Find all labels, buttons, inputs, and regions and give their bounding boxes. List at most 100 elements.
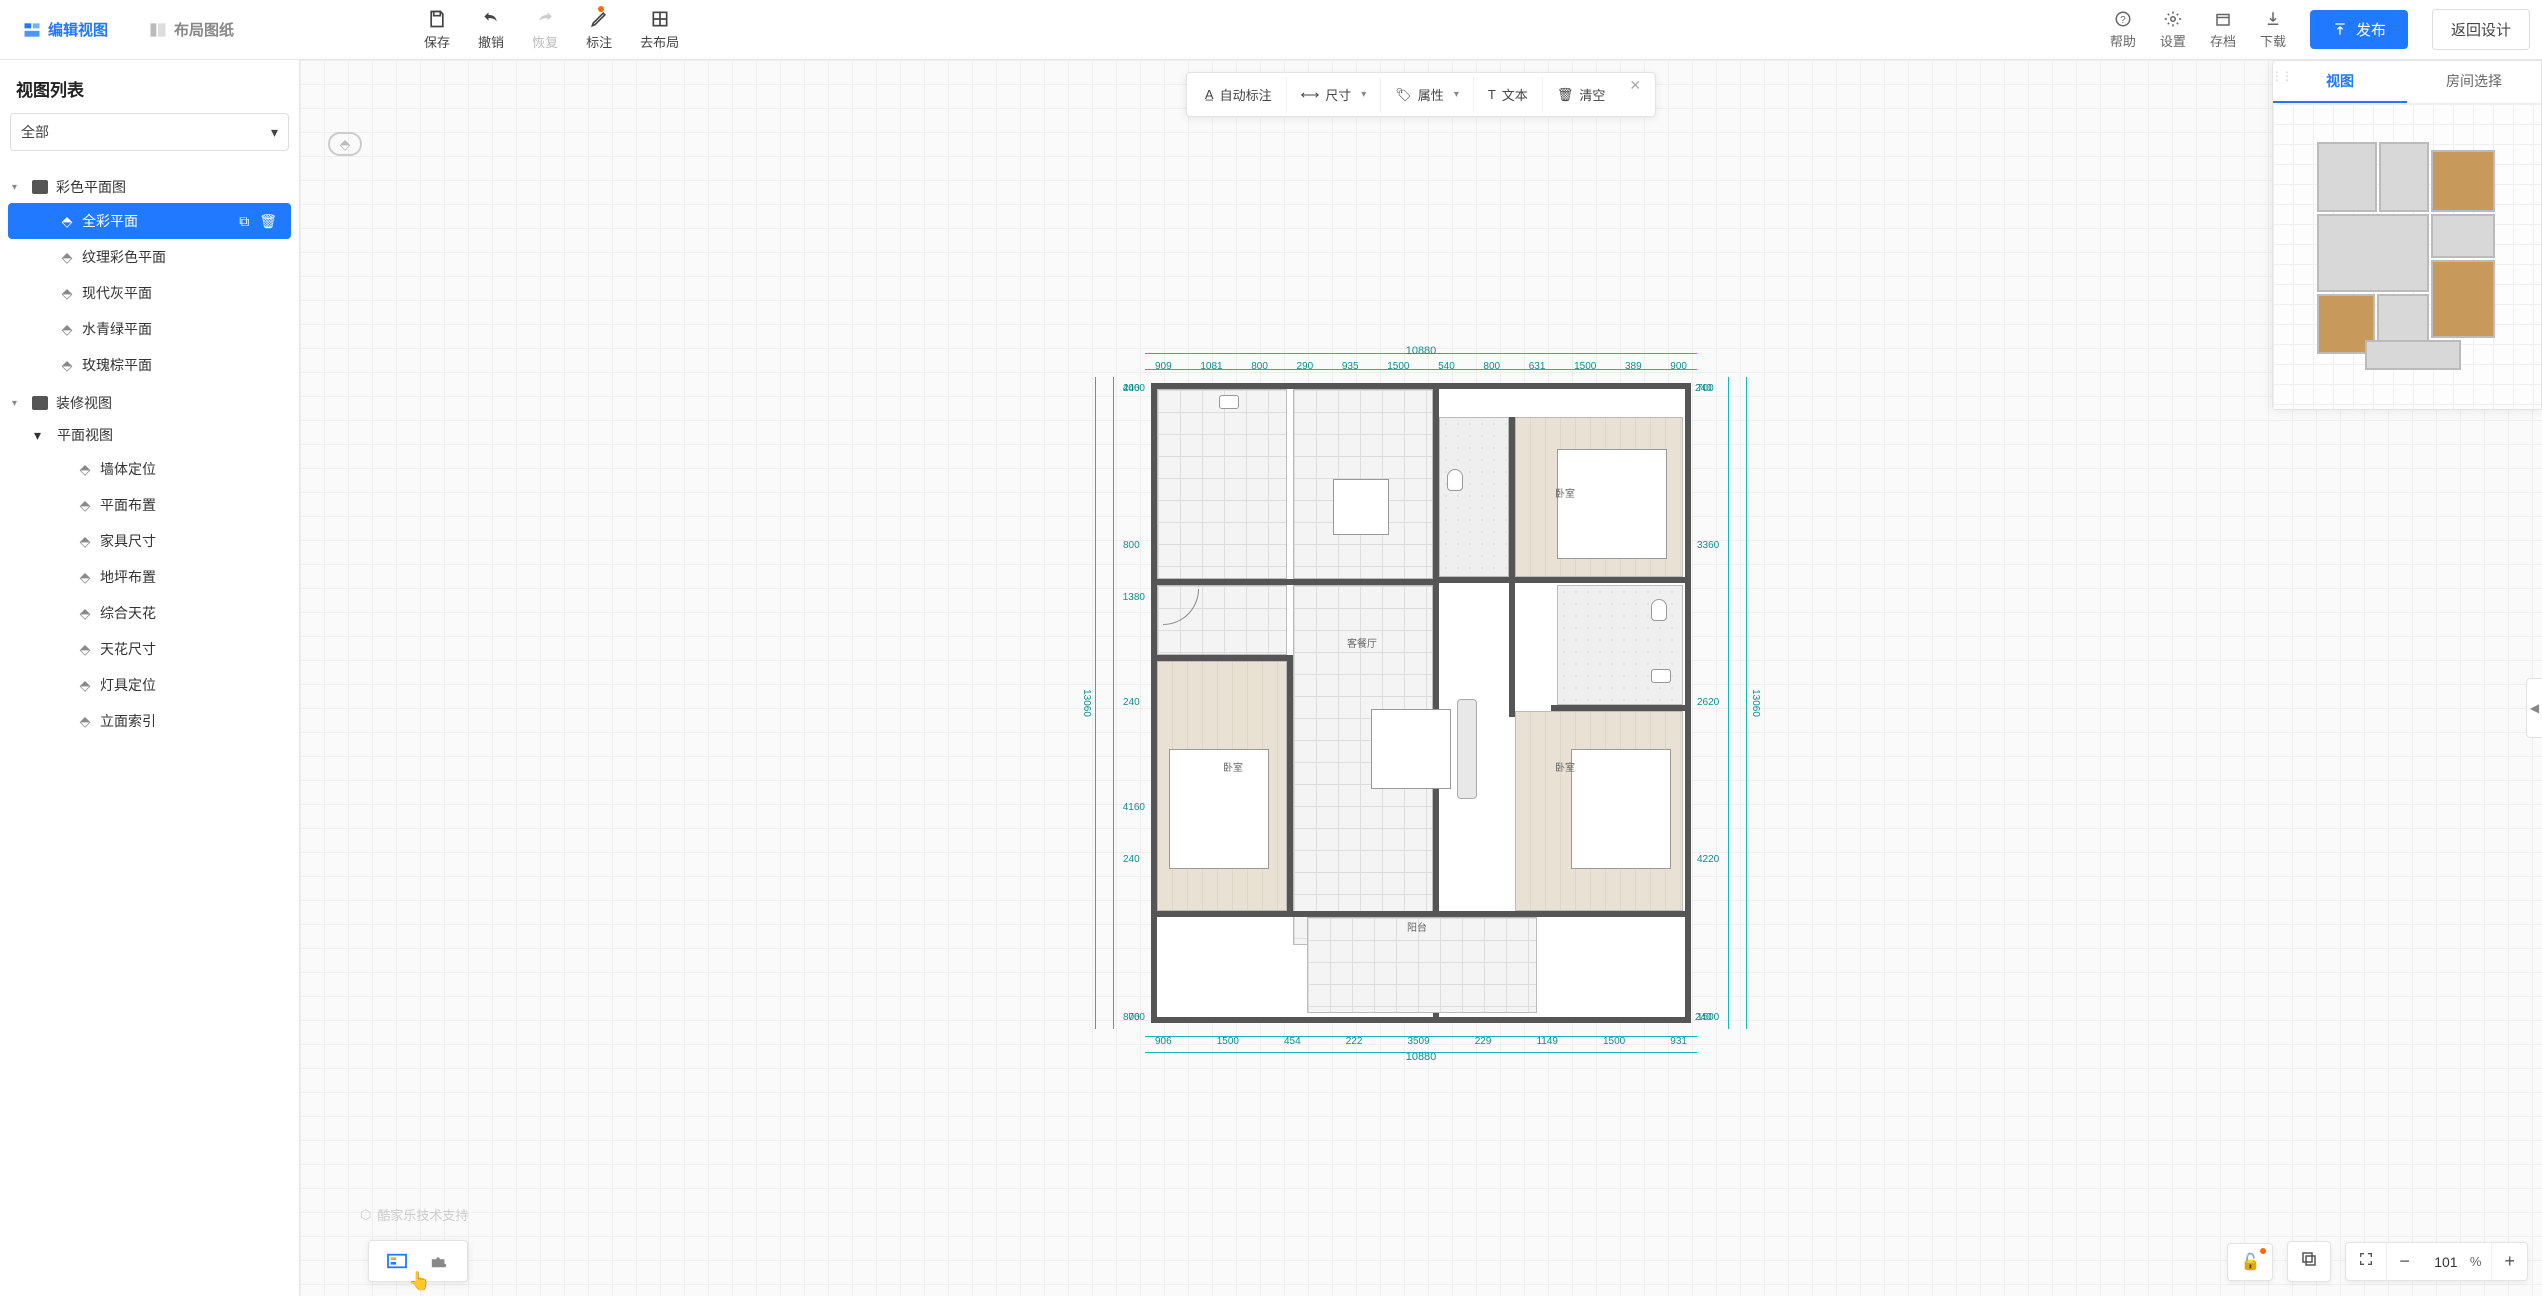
settings-button[interactable]: 设置	[2160, 9, 2186, 50]
back-label: 返回设计	[2451, 22, 2511, 39]
tree-item-aqua-green[interactable]: ⬘水青绿平面	[8, 311, 291, 347]
undo-icon	[480, 8, 502, 30]
tree-item-texture-color[interactable]: ⬘纹理彩色平面	[8, 239, 291, 275]
tree-group-header[interactable]: ▾ 装修视图	[8, 387, 291, 419]
tab-edit-view-label: 编辑视图	[48, 19, 108, 40]
room-kitchen	[1157, 389, 1287, 579]
header-right: ? 帮助 设置 存档 下载 发布 返回设计	[2110, 9, 2530, 50]
tree-item-floor-layout[interactable]: ⬘地坪布置	[8, 559, 291, 595]
tree-item-plan-layout[interactable]: ⬘平面布置	[8, 487, 291, 523]
mini-floorplan	[2317, 142, 2497, 372]
gear-icon	[2163, 9, 2183, 29]
color-legend-button[interactable]	[385, 1251, 409, 1271]
caret-icon: ▾	[12, 182, 24, 193]
download-label: 下载	[2260, 31, 2286, 50]
view-tree[interactable]: ▾ 彩色平面图 ⬘ 全彩平面 ⧉ 🗑 ⬘纹理彩色平面 ⬘现代灰平面 ⬘水青绿平面…	[0, 163, 299, 1296]
tree-item-rose-brown[interactable]: ⬘玫瑰棕平面	[8, 347, 291, 383]
trash-icon: 🗑	[1557, 87, 1574, 103]
tree-subgroup-plan-views[interactable]: ▾ 平面视图	[8, 419, 291, 451]
tree-item-ceiling-dim[interactable]: ⬘ 天花尺寸	[8, 631, 291, 667]
room-label-living: 客餐厅	[1347, 635, 1377, 650]
download-button[interactable]: 下载	[2260, 9, 2286, 50]
preview-body[interactable]	[2273, 104, 2541, 409]
close-toolbar-button[interactable]: ✕	[1619, 75, 1651, 96]
coffee-table	[1371, 709, 1451, 789]
tree-item-wall-position[interactable]: ⬘墙体定位	[8, 451, 291, 487]
item-label: 家具尺寸	[100, 531, 156, 551]
save-label: 保存	[424, 32, 450, 51]
dimension-button[interactable]: ⟷尺寸	[1286, 77, 1381, 112]
zoom-value: 101	[2422, 1246, 2470, 1278]
annotate-button[interactable]: 标注	[586, 8, 612, 51]
preview-tab-room[interactable]: 房间选择	[2407, 61, 2541, 103]
tree-group-header[interactable]: ▾ 彩色平面图	[8, 171, 291, 203]
back-to-design-button[interactable]: 返回设计	[2432, 9, 2530, 50]
tree-item-modern-gray[interactable]: ⬘现代灰平面	[8, 275, 291, 311]
floorplan[interactable]: 10880 10880 13060 13060 9091081800290935…	[1151, 383, 1691, 1023]
drag-handle-icon[interactable]: ⋮⋮	[2275, 69, 2287, 83]
redo-icon	[534, 8, 556, 30]
tree-item-furniture-dim[interactable]: ⬘家具尺寸	[8, 523, 291, 559]
tree-item-elevation-index[interactable]: ⬘立面索引	[8, 703, 291, 739]
undo-button[interactable]: 撤销	[478, 8, 504, 51]
canvas-bottom-right-controls: 🔓 − 101 % +	[2227, 1241, 2528, 1282]
item-label: 玫瑰棕平面	[82, 355, 152, 375]
tree-group-color-plan: ▾ 彩色平面图 ⬘ 全彩平面 ⧉ 🗑 ⬘纹理彩色平面 ⬘现代灰平面 ⬘水青绿平面…	[8, 171, 291, 383]
publish-label: 发布	[2356, 19, 2386, 40]
group-label: 彩色平面图	[56, 177, 126, 197]
archive-icon	[2213, 9, 2233, 29]
subgroup-label: 平面视图	[57, 425, 113, 445]
bed	[1557, 449, 1667, 559]
auto-annotate-button[interactable]: A̲ 自动标注	[1191, 77, 1286, 112]
duplicate-icon[interactable]: ⧉	[239, 213, 249, 230]
item-label: 天花尺寸	[100, 639, 156, 659]
zoom-out-button[interactable]: −	[2386, 1243, 2422, 1280]
folder-icon	[32, 396, 48, 410]
text-button[interactable]: T文本	[1473, 77, 1542, 112]
zoom-in-button[interactable]: +	[2491, 1243, 2527, 1280]
help-button[interactable]: ? 帮助	[2110, 9, 2136, 50]
auto-annotate-label: 自动标注	[1220, 85, 1272, 104]
view-list-sidebar: 视图列表 全部 ▾ ▾ 彩色平面图 ⬘ 全彩平面 ⧉ �	[0, 60, 300, 1296]
watermark-text: 酷家乐技术支持	[377, 1205, 468, 1224]
attribute-button[interactable]: 🏷属性	[1380, 77, 1473, 112]
link-icon: ⬘	[78, 570, 92, 584]
preview-tab-view[interactable]: 视图	[2273, 61, 2407, 103]
chevron-down-icon: ▾	[271, 124, 278, 141]
fit-screen-button[interactable]	[2346, 1243, 2386, 1280]
download-icon	[2263, 9, 2283, 29]
redo-button[interactable]: 恢复	[532, 8, 558, 51]
auto-annotate-icon: A̲	[1205, 87, 1214, 102]
clear-label: 清空	[1579, 85, 1605, 104]
layers-button[interactable]	[2287, 1241, 2331, 1282]
publish-button[interactable]: 发布	[2310, 10, 2408, 49]
bed	[1571, 749, 1671, 869]
delete-icon[interactable]: 🗑	[259, 213, 277, 230]
link-icon: ⬘	[78, 642, 92, 656]
puzzle-button[interactable]	[427, 1251, 451, 1271]
tree-item-ceiling[interactable]: ⬘综合天花	[8, 595, 291, 631]
zoom-unit: %	[2470, 1246, 2492, 1277]
lock-button[interactable]: 🔓	[2227, 1243, 2273, 1281]
dim-row-bottom: 9061500454222350922911491500931	[1151, 1036, 1691, 1047]
tree-group-decoration: ▾ 装修视图 ▾ 平面视图 ⬘墙体定位 ⬘平面布置 ⬘家具尺寸 ⬘地坪布置 ⬘综…	[8, 387, 291, 739]
tree-item-full-color[interactable]: ⬘ 全彩平面 ⧉ 🗑	[8, 203, 291, 239]
clear-button[interactable]: 🗑 清空	[1542, 77, 1620, 112]
tag-icon: 🏷	[1395, 87, 1412, 103]
tree-item-light-position[interactable]: ⬘灯具定位	[8, 667, 291, 703]
folder-icon	[32, 180, 48, 194]
canvas[interactable]: A̲自动标注 ⟷尺寸 🏷属性 T文本 🗑清空 ✕ ⬘ 10880 10880	[300, 60, 2542, 1296]
link-icon: ⬘	[60, 322, 74, 336]
item-label: 立面索引	[100, 711, 156, 731]
filter-select[interactable]: 全部 ▾	[10, 113, 289, 151]
archive-button[interactable]: 存档	[2210, 9, 2236, 50]
item-label: 全彩平面	[82, 211, 138, 231]
link-status-badge[interactable]: ⬘	[328, 132, 362, 156]
tab-edit-view[interactable]: 编辑视图	[12, 13, 118, 46]
collapse-right-handle[interactable]: ◀	[2526, 678, 2542, 738]
tab-layout-drawing[interactable]: 布局图纸	[138, 13, 244, 46]
save-button[interactable]: 保存	[424, 8, 450, 51]
dim-total-height-right: 13060	[1750, 689, 1761, 717]
undo-label: 撤销	[478, 32, 504, 51]
goto-layout-button[interactable]: 去布局	[640, 8, 679, 51]
